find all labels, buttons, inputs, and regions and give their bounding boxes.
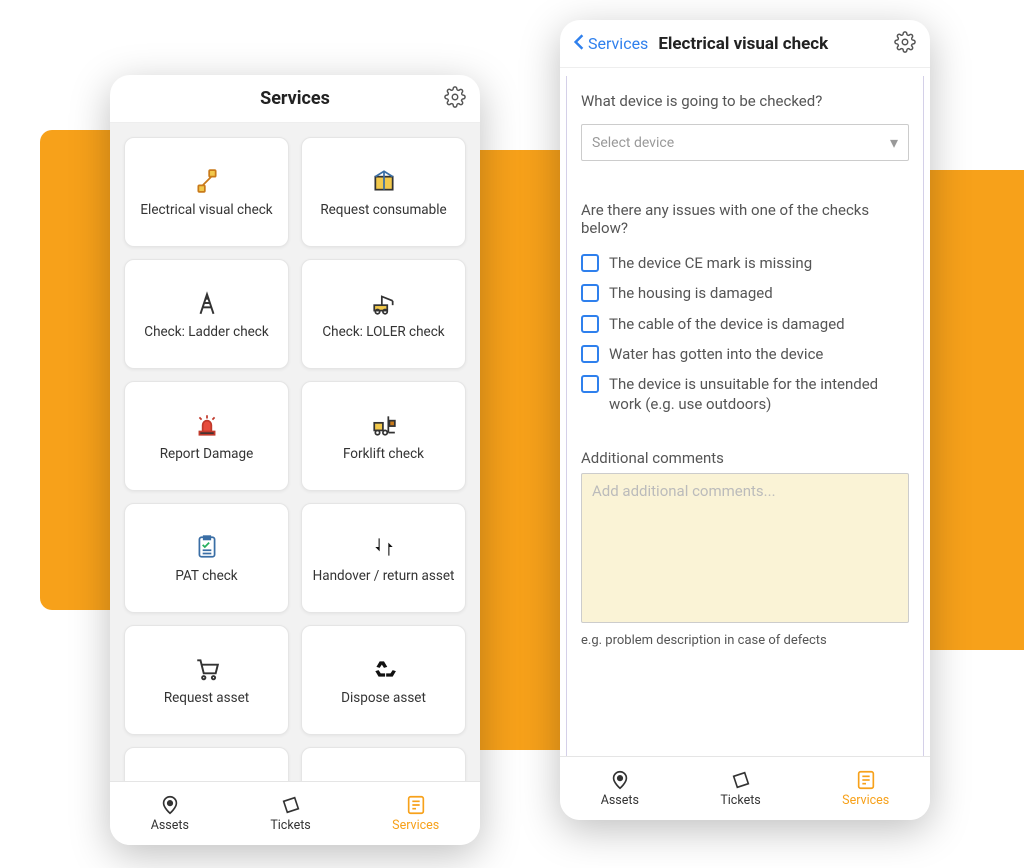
- checkbox-icon: [581, 315, 599, 333]
- comments-label: Additional comments: [581, 449, 909, 467]
- comments-helper: e.g. problem description in case of defe…: [581, 633, 909, 648]
- tile-label: Request asset: [164, 690, 249, 707]
- services-grid-container: Electrical visual check Request consumabl…: [110, 123, 480, 781]
- checkbox-row[interactable]: The device CE mark is missing: [581, 253, 909, 273]
- tile-label: Report Damage: [160, 446, 254, 463]
- tile-label: Request consumable: [320, 202, 446, 219]
- nav-assets[interactable]: Assets: [601, 769, 639, 808]
- service-tile[interactable]: Report Damage: [124, 381, 289, 491]
- services-icon: [855, 769, 877, 791]
- nav-services[interactable]: Services: [842, 769, 889, 808]
- question-issues: Are there any issues with one of the che…: [581, 201, 909, 237]
- plug-icon: [192, 166, 222, 196]
- comments-textarea[interactable]: Add additional comments...: [581, 473, 909, 623]
- service-tile[interactable]: PAT check: [124, 503, 289, 613]
- tile-label: Handover / return asset: [313, 568, 455, 585]
- settings-button[interactable]: [444, 86, 466, 112]
- service-tile[interactable]: Electrical visual check: [124, 137, 289, 247]
- header: Services: [110, 75, 480, 123]
- nav-services[interactable]: Services: [392, 794, 439, 833]
- nav-tickets[interactable]: Tickets: [720, 769, 760, 808]
- pin-icon: [159, 794, 181, 816]
- recycle-icon: [369, 654, 399, 684]
- question-device: What device is going to be checked?: [581, 92, 909, 110]
- tile-label: Check: LOLER check: [322, 324, 444, 341]
- checkbox-label: The cable of the device is damaged: [609, 314, 845, 334]
- crane-icon: [369, 288, 399, 318]
- checkbox-row[interactable]: Water has gotten into the device: [581, 344, 909, 364]
- tile-label: Forklift check: [343, 446, 424, 463]
- back-button[interactable]: [572, 32, 586, 56]
- cart-icon: [192, 654, 222, 684]
- services-icon: [405, 794, 427, 816]
- checklist-icon: [192, 532, 222, 562]
- tile-label: Dispose asset: [341, 690, 426, 707]
- service-tile[interactable]: Forklift check: [301, 381, 466, 491]
- package-icon: [369, 166, 399, 196]
- checkbox-label: The device CE mark is missing: [609, 253, 812, 273]
- select-placeholder: Select device: [592, 135, 674, 151]
- forklift-icon: [369, 410, 399, 440]
- ticket-icon: [280, 794, 302, 816]
- tile-label: PAT check: [175, 568, 237, 585]
- nav-tickets[interactable]: Tickets: [270, 794, 310, 833]
- chevron-left-icon: [572, 33, 586, 51]
- settings-button[interactable]: [894, 31, 916, 57]
- bottom-nav: Assets Tickets Services: [110, 781, 480, 845]
- checkbox-label: Water has gotten into the device: [609, 344, 823, 364]
- bottom-nav: Assets Tickets Services: [560, 756, 930, 820]
- form-body: What device is going to be checked? Sele…: [566, 76, 924, 756]
- service-tile[interactable]: Handover / return asset: [301, 503, 466, 613]
- checkbox-icon: [581, 375, 599, 393]
- checkbox-icon: [581, 284, 599, 302]
- siren-icon: [192, 410, 222, 440]
- service-tile[interactable]: [301, 747, 466, 781]
- service-tile[interactable]: [124, 747, 289, 781]
- service-tile[interactable]: Check: Ladder check: [124, 259, 289, 369]
- device-select[interactable]: Select device ▾: [581, 124, 909, 161]
- tile-label: Check: Ladder check: [144, 324, 268, 341]
- ticket-icon: [730, 769, 752, 791]
- gear-icon: [894, 31, 916, 53]
- caret-down-icon: ▾: [890, 133, 898, 152]
- checkbox-label: The device is unsuitable for the intende…: [609, 374, 909, 415]
- checkbox-icon: [581, 254, 599, 272]
- transfer-icon: [369, 532, 399, 562]
- service-tile[interactable]: Request consumable: [301, 137, 466, 247]
- checkbox-icon: [581, 345, 599, 363]
- service-tile[interactable]: Request asset: [124, 625, 289, 735]
- service-tile[interactable]: Check: LOLER check: [301, 259, 466, 369]
- back-label[interactable]: Services: [588, 34, 648, 53]
- checkbox-row[interactable]: The device is unsuitable for the intende…: [581, 374, 909, 415]
- nav-assets[interactable]: Assets: [151, 794, 189, 833]
- checkbox-label: The housing is damaged: [609, 283, 773, 303]
- checkbox-row[interactable]: The cable of the device is damaged: [581, 314, 909, 334]
- phone-services-list: Services Electrical visual check Request …: [110, 75, 480, 845]
- page-title: Services: [260, 88, 330, 109]
- gear-icon: [444, 86, 466, 108]
- pin-icon: [609, 769, 631, 791]
- phone-service-detail: Services Electrical visual check What de…: [560, 20, 930, 820]
- page-title: Electrical visual check: [658, 34, 828, 54]
- ladder-icon: [192, 288, 222, 318]
- header: Services Electrical visual check: [560, 20, 930, 68]
- checkbox-row[interactable]: The housing is damaged: [581, 283, 909, 303]
- service-tile[interactable]: Dispose asset: [301, 625, 466, 735]
- tile-label: Electrical visual check: [140, 202, 272, 219]
